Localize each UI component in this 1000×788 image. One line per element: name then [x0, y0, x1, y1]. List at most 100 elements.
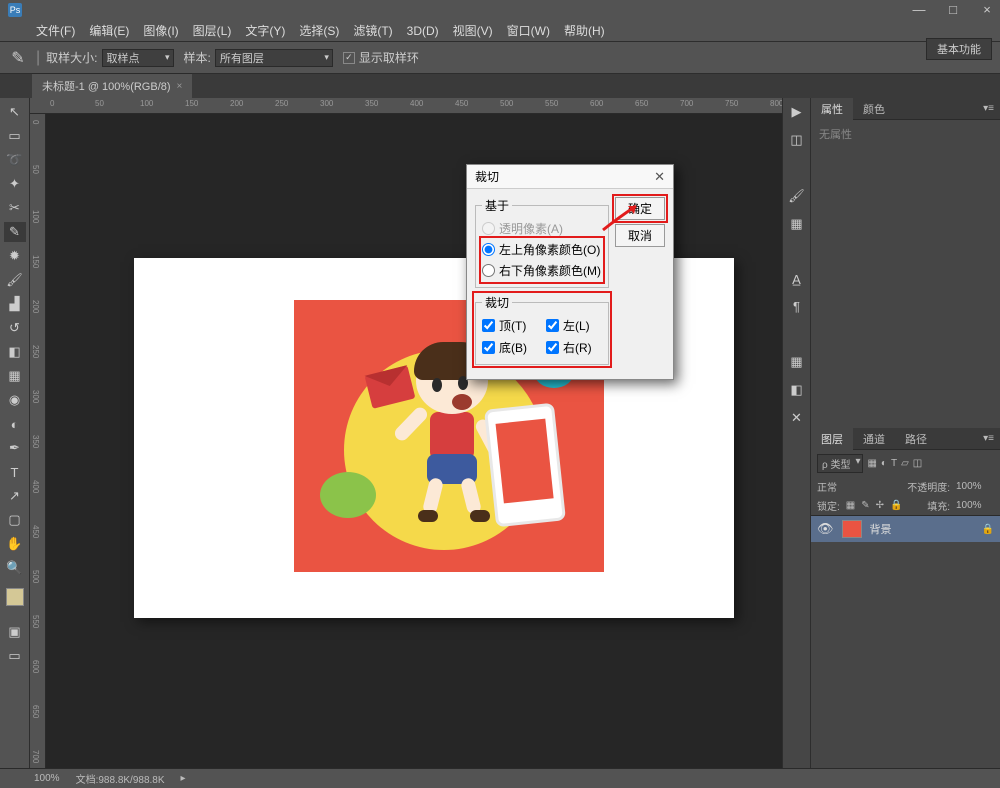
dialog-close-icon[interactable]: ✕: [654, 169, 665, 185]
menu-layer[interactable]: 图层(L): [187, 20, 238, 41]
status-arrow-icon[interactable]: ▸: [181, 773, 186, 784]
menu-filter[interactable]: 滤镜(T): [347, 20, 398, 41]
opacity-input[interactable]: 100%: [956, 481, 994, 492]
styles-panel-icon[interactable]: ◧: [790, 382, 802, 398]
cancel-button[interactable]: 取消: [615, 224, 665, 247]
layer-thumbnail[interactable]: [842, 520, 862, 538]
paragraph-panel-icon[interactable]: ¶: [793, 299, 800, 314]
maximize-button[interactable]: □: [944, 2, 962, 17]
visibility-icon[interactable]: 👁: [817, 521, 834, 537]
check-right[interactable]: 右(R): [546, 337, 602, 358]
menu-view[interactable]: 视图(V): [447, 20, 499, 41]
zoom-level[interactable]: 100%: [34, 773, 60, 784]
zoom-tool[interactable]: 🔍: [4, 558, 26, 578]
eraser-tool[interactable]: ◧: [4, 342, 26, 362]
sample-size-select[interactable]: 取样点: [102, 49, 174, 67]
menu-3d[interactable]: 3D(D): [401, 22, 445, 40]
tab-paths[interactable]: 路径: [895, 428, 937, 450]
menu-type[interactable]: 文字(Y): [239, 20, 291, 41]
move-tool[interactable]: ↖: [4, 102, 26, 122]
menu-image[interactable]: 图像(I): [137, 20, 184, 41]
pen-tool[interactable]: ✒: [4, 438, 26, 458]
layers-panel: 图层 通道 路径 ▾≡ ρ 类型 ▦ ◐ T ▱ ◫ 正常 不透明度: 100%…: [811, 428, 1000, 768]
fill-input[interactable]: 100%: [956, 500, 994, 511]
brush-panel-icon[interactable]: 🖌: [788, 188, 805, 204]
type-tool[interactable]: T: [4, 462, 26, 482]
doc-size[interactable]: 文档:988.8K/988.8K: [76, 771, 165, 786]
workspace-switcher[interactable]: 基本功能: [926, 38, 992, 60]
filter-smart-icon[interactable]: ◫: [913, 458, 922, 469]
radio-bottomright[interactable]: 右下角像素颜色(M): [482, 260, 602, 281]
sample-layers-select[interactable]: 所有图层: [215, 49, 333, 67]
stamp-tool[interactable]: ▟: [4, 294, 26, 314]
filter-shape-icon[interactable]: ▱: [901, 458, 909, 469]
hand-tool[interactable]: ✋: [4, 534, 26, 554]
filter-type-icon[interactable]: T: [891, 458, 897, 469]
radio-bottomright-input[interactable]: [482, 264, 495, 277]
swatches-panel-icon[interactable]: ▦: [790, 354, 802, 370]
lasso-tool[interactable]: ➰: [4, 150, 26, 170]
app-logo-icon: Ps: [8, 3, 22, 17]
document-tab[interactable]: 未标题-1 @ 100%(RGB/8) ×: [32, 73, 192, 98]
radio-topleft-input[interactable]: [482, 243, 495, 256]
history-panel-icon[interactable]: ▶: [792, 104, 802, 120]
minimize-button[interactable]: —: [910, 2, 928, 17]
menu-select[interactable]: 选择(S): [293, 20, 345, 41]
crop-tool[interactable]: ✂: [4, 198, 26, 218]
lock-position-icon[interactable]: ✎: [861, 500, 869, 511]
brush-tool[interactable]: 🖌: [4, 270, 26, 290]
eyedropper-tool-icon[interactable]: ✎: [8, 48, 28, 68]
ok-button[interactable]: 确定: [615, 197, 665, 220]
tab-properties[interactable]: 属性: [811, 98, 853, 120]
eyedropper-tool[interactable]: ✎: [4, 222, 26, 242]
menu-file[interactable]: 文件(F): [30, 20, 81, 41]
history-brush-tool[interactable]: ↺: [4, 318, 26, 338]
check-top[interactable]: 顶(T): [482, 315, 538, 336]
color-swatch[interactable]: [6, 588, 24, 606]
brush-presets-panel-icon[interactable]: ▦: [790, 216, 802, 232]
fill-label: 填充:: [927, 498, 950, 513]
filter-adjust-icon[interactable]: ◐: [881, 458, 887, 469]
check-bottom[interactable]: 底(B): [482, 337, 538, 358]
radio-topleft[interactable]: 左上角像素颜色(O): [482, 239, 602, 260]
window-controls: — □ ×: [910, 2, 996, 17]
show-ring-checkbox[interactable]: ✓: [343, 52, 355, 64]
blend-mode-select[interactable]: 正常: [817, 479, 875, 494]
char-panel-icon[interactable]: A̲: [792, 272, 801, 287]
actions-panel-icon[interactable]: ◫: [790, 132, 802, 148]
tab-layers[interactable]: 图层: [811, 428, 853, 450]
path-select-tool[interactable]: ↗: [4, 486, 26, 506]
adjustments-panel-icon[interactable]: ✕: [791, 410, 802, 426]
layer-filter-kind[interactable]: ρ 类型: [817, 454, 863, 473]
check-left-input[interactable]: [546, 319, 559, 332]
check-top-input[interactable]: [482, 319, 495, 332]
dialog-title-bar[interactable]: 裁切 ✕: [467, 165, 673, 189]
menu-edit[interactable]: 编辑(E): [83, 20, 135, 41]
check-bottom-input[interactable]: [482, 341, 495, 354]
gradient-tool[interactable]: ▦: [4, 366, 26, 386]
healing-tool[interactable]: ✹: [4, 246, 26, 266]
properties-body: 无属性: [811, 120, 1000, 428]
tab-channels[interactable]: 通道: [853, 428, 895, 450]
close-button[interactable]: ×: [978, 2, 996, 17]
layer-background[interactable]: 👁 背景 🔒: [811, 516, 1000, 542]
shape-tool[interactable]: ▢: [4, 510, 26, 530]
filter-pixel-icon[interactable]: ▦: [867, 458, 876, 469]
screen-mode-toggle[interactable]: ▭: [4, 646, 26, 666]
lock-pixels-icon[interactable]: ▦: [846, 500, 855, 511]
marquee-tool[interactable]: ▭: [4, 126, 26, 146]
tab-color[interactable]: 颜色: [853, 98, 895, 120]
panel-menu-icon[interactable]: ▾≡: [977, 100, 1000, 117]
blur-tool[interactable]: ◉: [4, 390, 26, 410]
lock-all-icon[interactable]: ✢: [876, 500, 884, 511]
check-left[interactable]: 左(L): [546, 315, 602, 336]
layers-panel-menu-icon[interactable]: ▾≡: [977, 430, 1000, 447]
menu-window[interactable]: 窗口(W): [501, 20, 556, 41]
dodge-tool[interactable]: ◐: [4, 414, 26, 434]
lock-icon[interactable]: 🔒: [890, 500, 902, 511]
check-right-input[interactable]: [546, 341, 559, 354]
menu-help[interactable]: 帮助(H): [558, 20, 611, 41]
quickmask-toggle[interactable]: ▣: [4, 622, 26, 642]
magic-wand-tool[interactable]: ✦: [4, 174, 26, 194]
document-tab-close[interactable]: ×: [177, 81, 183, 92]
